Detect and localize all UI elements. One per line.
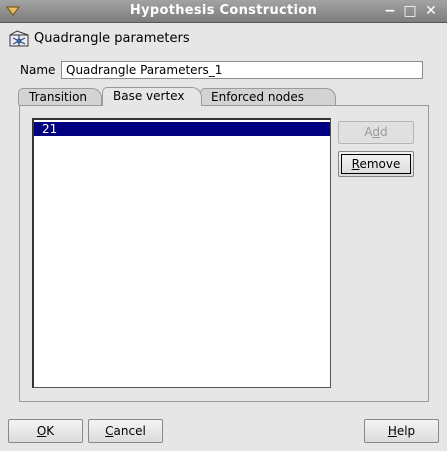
mesh-hypothesis-icon [9,30,29,47]
help-button[interactable]: Help [364,419,439,443]
add-button-label: Add [364,125,388,139]
vertex-list[interactable]: 21 [32,118,331,388]
tab-transition[interactable]: Transition [18,88,102,105]
tab-enforced-nodes[interactable]: Enforced nodes [200,88,336,105]
close-button[interactable]: ✕ [423,3,439,19]
maximize-button[interactable]: □ [402,3,418,19]
close-icon: ✕ [425,3,437,19]
remove-button-label: Remove [351,157,401,171]
maximize-icon: □ [403,3,417,19]
tab-base-vertex[interactable]: Base vertex [102,87,202,106]
ok-button[interactable]: OK [8,419,83,443]
minimize-button[interactable]: − [382,3,398,19]
name-label: Name [20,63,56,77]
remove-button[interactable]: Remove [338,151,414,177]
minimize-icon: − [384,3,396,19]
cancel-button-label: Cancel [105,424,146,438]
tab-base-vertex-label: Base vertex [113,89,185,103]
add-button[interactable]: Add [338,121,414,144]
title-bar[interactable]: Hypothesis Construction − □ ✕ [0,0,447,23]
window-title: Hypothesis Construction [129,3,318,18]
cancel-button[interactable]: Cancel [88,419,163,443]
hypothesis-type-title: Quadrangle parameters [34,31,190,46]
list-item[interactable]: 21 [34,122,330,136]
help-button-label: Help [387,424,416,438]
tab-enforced-nodes-label: Enforced nodes [211,90,305,104]
tab-transition-label: Transition [29,90,88,104]
name-input[interactable]: Quadrangle Parameters_1 [61,61,423,79]
ok-button-label: OK [36,424,55,438]
